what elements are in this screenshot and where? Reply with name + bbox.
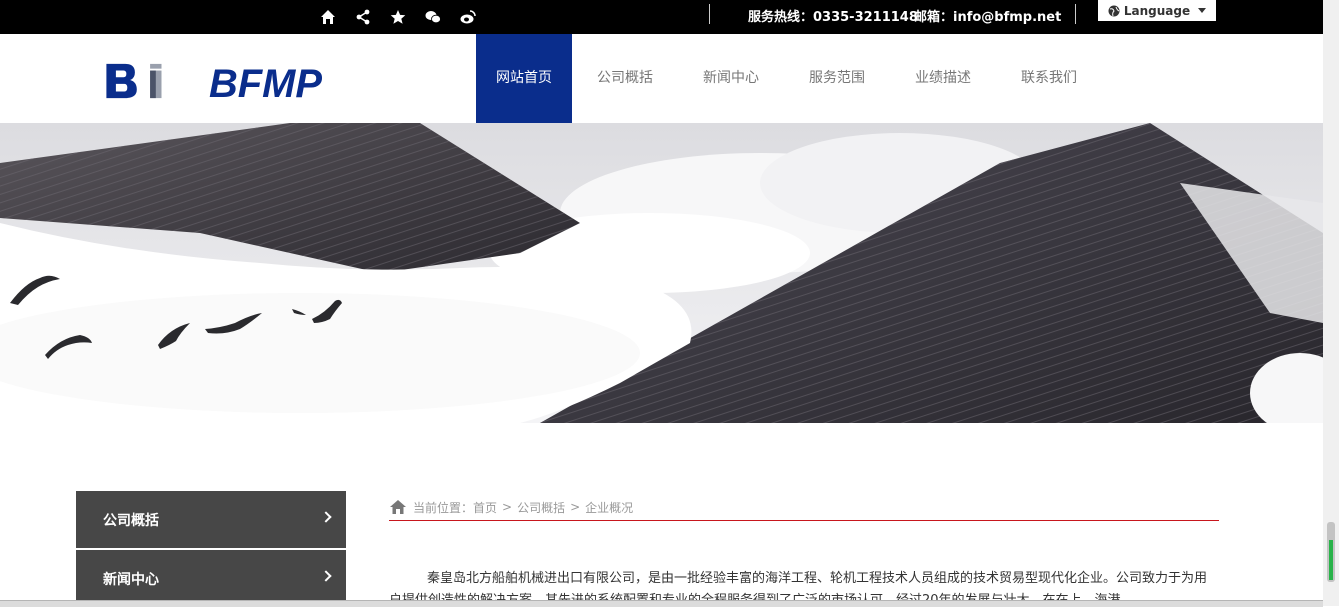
nav-item-news[interactable]: 新闻中心 [678,34,784,123]
header: BFMP 网站首页 公司概括 新闻中心 服务范围 业绩描述 联系我们 [0,34,1323,123]
nav-item-home[interactable]: 网站首页 [476,34,572,123]
home-icon[interactable] [318,7,338,27]
breadcrumb-link-company[interactable]: 公司概括 [517,499,565,516]
nav-item-services[interactable]: 服务范围 [784,34,890,123]
wechat-icon[interactable] [423,7,443,27]
breadcrumb-separator: > [570,500,581,514]
sidebar-item-label: 公司概括 [103,512,159,529]
breadcrumb: 当前位置： 首页 > 公司概括 > 企业概况 [389,494,1219,521]
nav-item-performance[interactable]: 业绩描述 [890,34,996,123]
breadcrumb-link-overview[interactable]: 企业概况 [585,499,633,516]
main-nav: 网站首页 公司概括 新闻中心 服务范围 业绩描述 联系我们 [476,34,1102,123]
email-text: 邮箱：info@bfmp.net [914,10,1062,25]
breadcrumb-prefix: 当前位置： [413,500,474,515]
divider [1075,4,1076,24]
breadcrumb-link-home[interactable]: 首页 [473,499,497,516]
nav-item-company[interactable]: 公司概括 [572,34,678,123]
chevron-right-icon [320,570,332,582]
scroll-indicator [1329,540,1333,580]
chevron-right-icon [320,511,332,523]
sidebar-item-label: 新闻中心 [103,571,159,588]
breadcrumb-separator: > [502,500,513,514]
language-dropdown[interactable]: Language [1098,0,1216,21]
chevron-down-icon [1198,8,1207,13]
page-scrollbar[interactable] [1323,0,1339,606]
star-icon[interactable] [388,7,408,27]
social-icons [318,0,493,34]
globe-icon [1108,5,1120,16]
sidebar-menu: 公司概括 新闻中心 [76,491,346,609]
sidebar-item-company[interactable]: 公司概括 [76,491,346,548]
sidebar-item-news[interactable]: 新闻中心 [76,550,346,607]
share-icon[interactable] [353,7,373,27]
divider [709,4,710,24]
weibo-icon[interactable] [458,7,478,27]
nav-item-contact[interactable]: 联系我们 [996,34,1102,123]
home-icon [390,500,406,514]
top-bar: 服务热线：0335-3211148 邮箱：info@bfmp.net Langu… [0,0,1323,34]
logo-text: BFMP [209,62,322,100]
hero-banner [0,123,1323,423]
bfmp-logo[interactable]: BFMP [98,62,358,100]
hotline-text: 服务热线：0335-3211148 [748,10,918,25]
language-label: Language [1123,3,1191,18]
